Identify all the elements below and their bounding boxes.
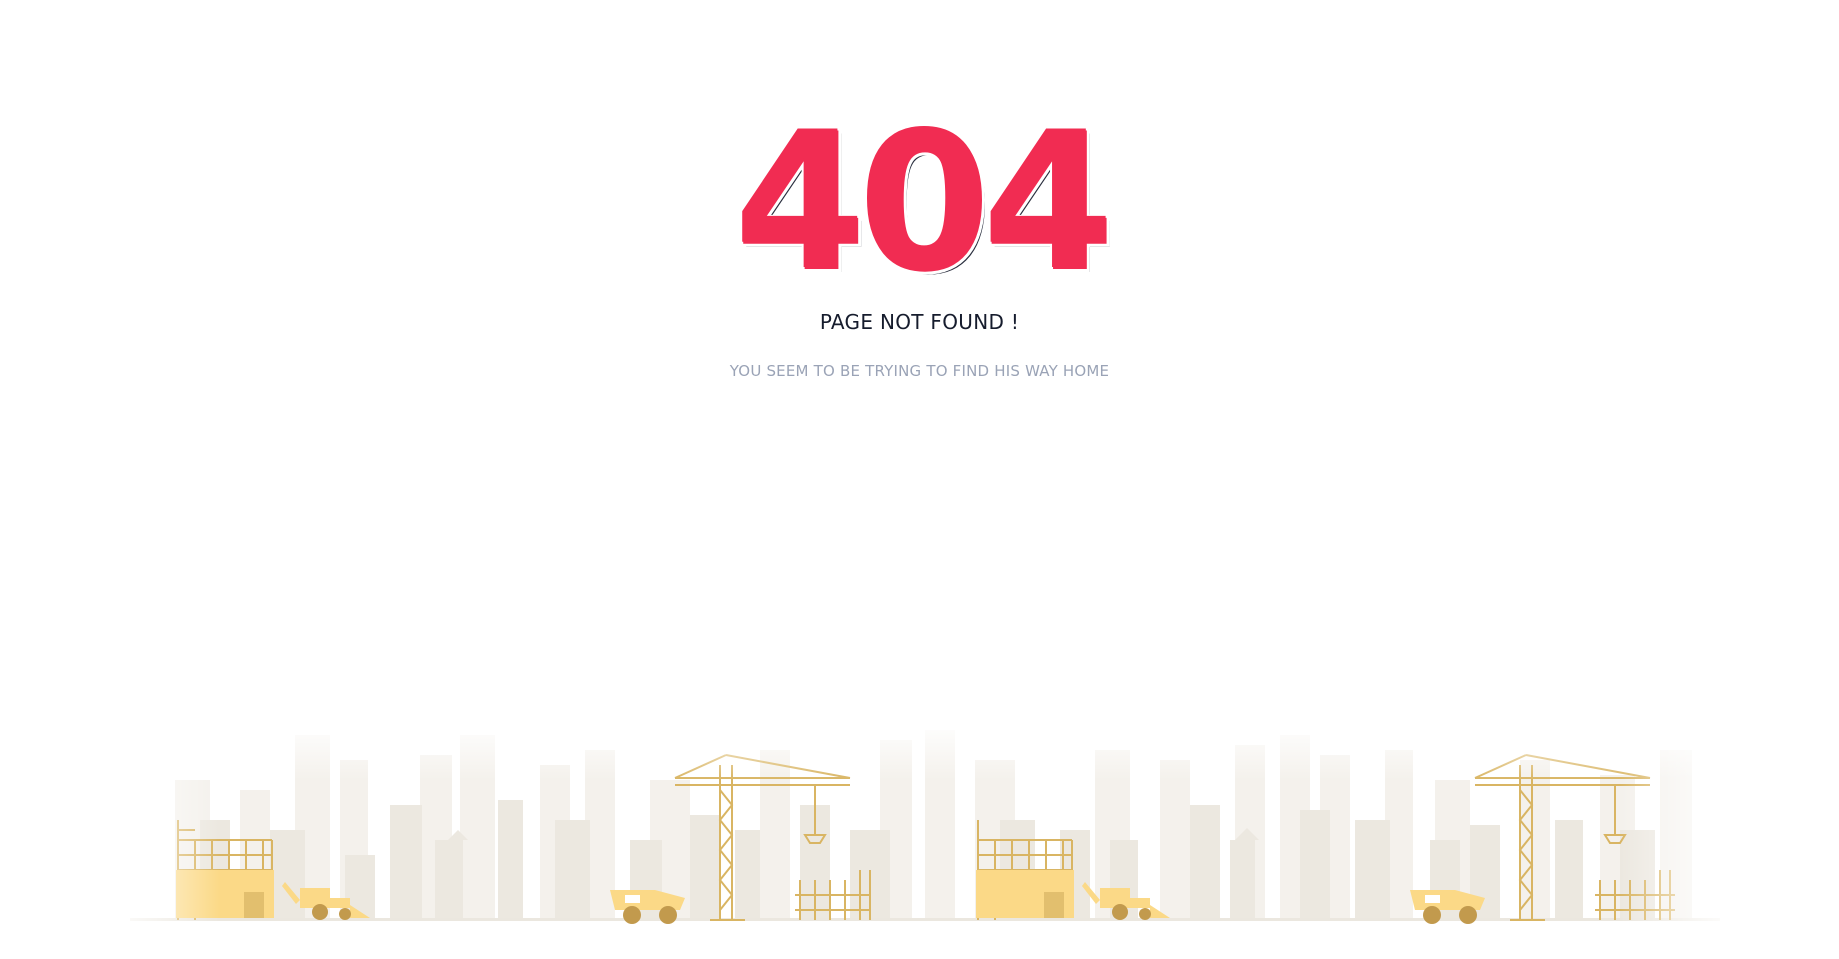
error-code-container: 404 404 404: [0, 95, 1839, 295]
error-code-graphic: 404 404 404: [731, 95, 1118, 285]
skyline-svg: [0, 720, 1839, 940]
page-subtitle: YOU SEEM TO BE TRYING TO FIND HIS WAY HO…: [729, 362, 1110, 380]
door-mid: [1044, 892, 1064, 918]
error-page: 404 404 404 PAGE NOT FOUND ! YOU SEEM TO…: [0, 0, 1839, 959]
error-code-face: 404: [733, 95, 1106, 285]
door-left: [244, 892, 264, 918]
page-title: PAGE NOT FOUND !: [819, 310, 1020, 334]
construction-skyline-illustration: [0, 720, 1839, 940]
ground-line: [130, 918, 1720, 921]
